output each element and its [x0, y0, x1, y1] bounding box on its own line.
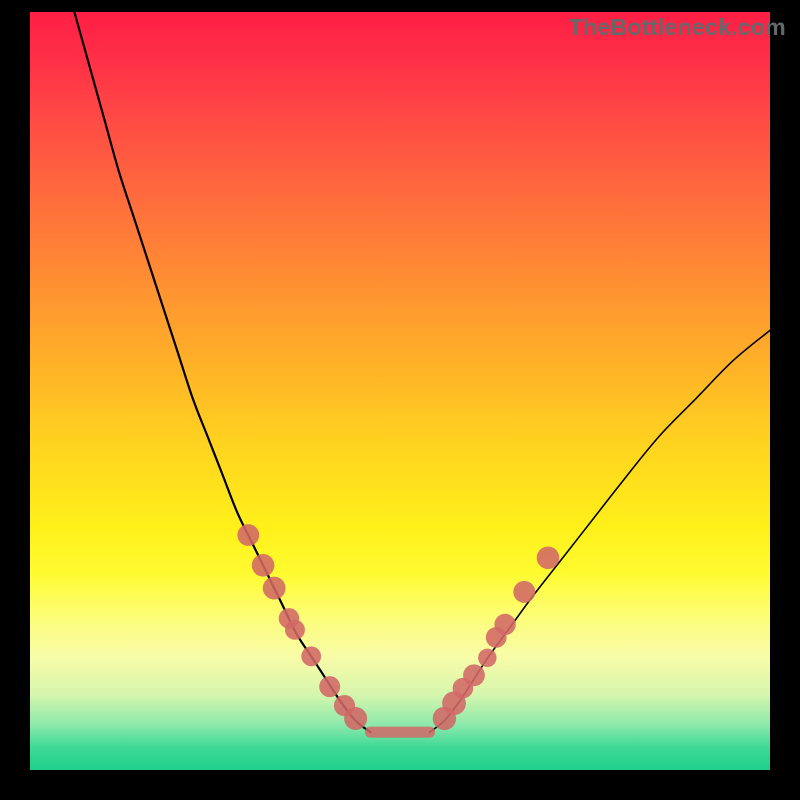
data-marker — [285, 620, 305, 640]
data-marker — [494, 614, 515, 635]
data-marker — [344, 707, 367, 730]
data-marker — [319, 676, 340, 697]
data-marker — [463, 664, 485, 686]
data-marker — [252, 554, 275, 577]
left-curve — [74, 12, 370, 732]
data-marker — [537, 546, 560, 569]
data-marker — [237, 524, 259, 546]
data-marker — [301, 646, 321, 666]
chart-svg — [30, 12, 770, 770]
data-marker — [263, 577, 286, 600]
markers-right — [433, 546, 560, 730]
data-marker — [478, 649, 496, 667]
data-marker — [513, 581, 535, 603]
